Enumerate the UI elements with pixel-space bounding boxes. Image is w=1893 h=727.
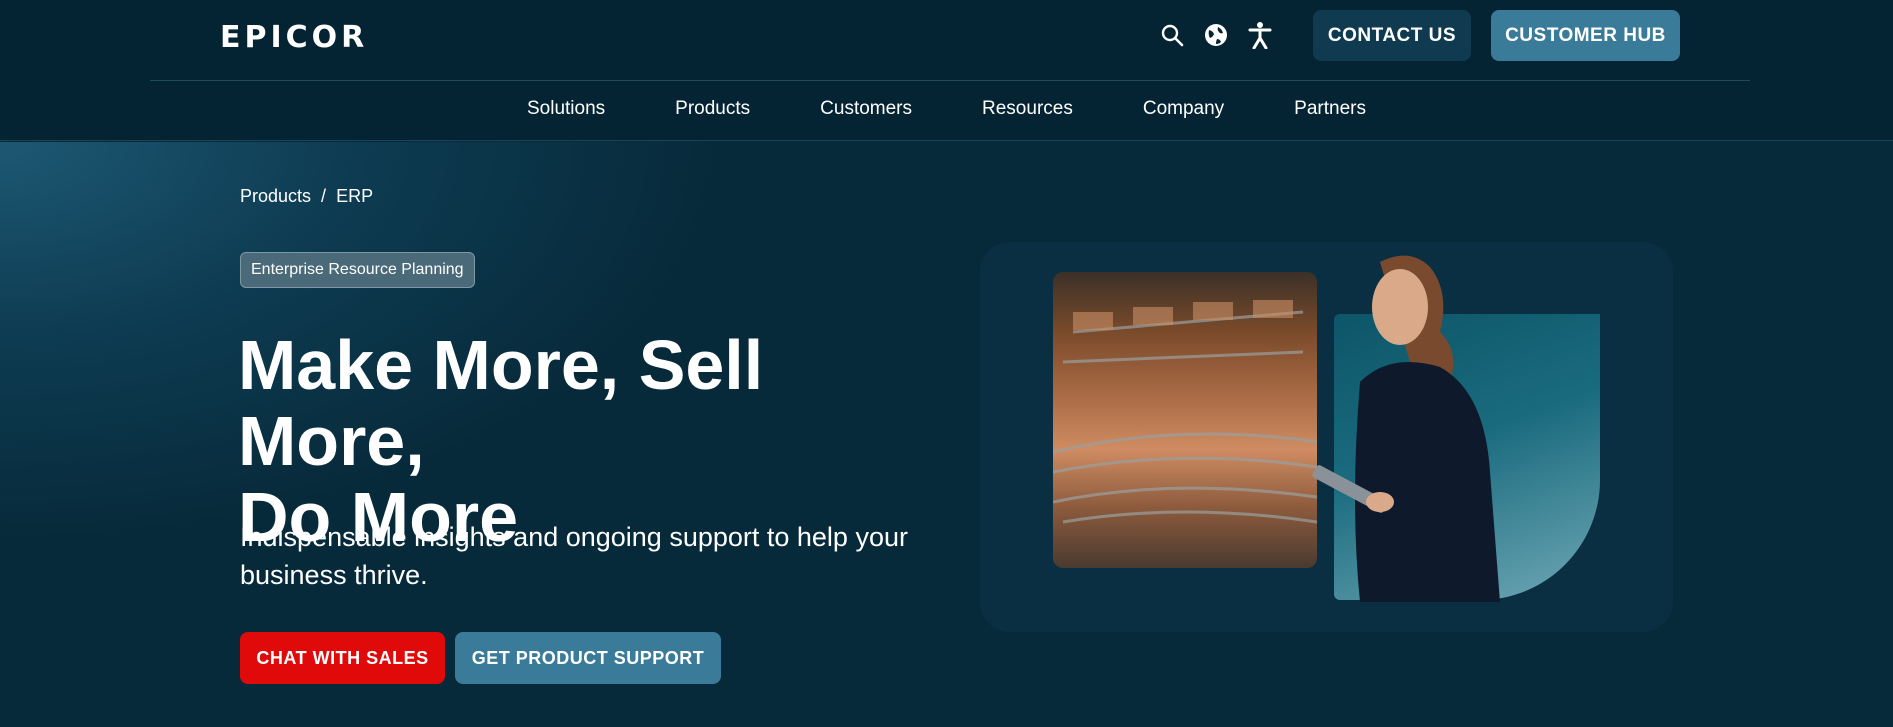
hero-title-line1: Make More, Sell More, <box>238 326 764 480</box>
main-nav: Solutions Products Customers Resources C… <box>0 98 1893 120</box>
woman-with-tablet-image <box>1290 252 1550 602</box>
breadcrumb-erp-link[interactable]: ERP <box>336 186 373 207</box>
breadcrumb-products-link[interactable]: Products <box>240 186 311 207</box>
epicor-logo[interactable]: epicor <box>220 20 368 55</box>
hero-section: Products / ERP Enterprise Resource Plann… <box>0 142 1893 727</box>
hero-subtitle-line1: Indispensable insights and ongoing suppo… <box>240 522 908 552</box>
chat-with-sales-button[interactable]: CHAT WITH SALES <box>240 632 445 684</box>
nav-item-resources[interactable]: Resources <box>947 98 1108 120</box>
site-header: epicor CONTACT US CUSTOMER HUB Solutions… <box>0 0 1893 141</box>
hero-subtitle: Indispensable insights and ongoing suppo… <box>240 518 960 594</box>
search-icon[interactable] <box>1158 20 1186 50</box>
warehouse-image <box>1053 272 1317 568</box>
breadcrumb: Products / ERP <box>240 186 373 207</box>
breadcrumb-separator: / <box>321 186 327 206</box>
hero-subtitle-line2: business thrive. <box>240 560 428 590</box>
get-product-support-button[interactable]: GET PRODUCT SUPPORT <box>455 632 721 684</box>
nav-item-company[interactable]: Company <box>1108 98 1259 120</box>
contact-us-button[interactable]: CONTACT US <box>1313 10 1471 61</box>
nav-item-solutions[interactable]: Solutions <box>492 98 640 120</box>
nav-item-partners[interactable]: Partners <box>1259 98 1401 120</box>
customer-hub-button[interactable]: CUSTOMER HUB <box>1491 10 1680 61</box>
utility-icons <box>1158 20 1274 50</box>
category-badge: Enterprise Resource Planning <box>240 252 475 288</box>
nav-item-products[interactable]: Products <box>640 98 785 120</box>
globe-icon[interactable] <box>1202 20 1230 50</box>
nav-item-customers[interactable]: Customers <box>785 98 947 120</box>
accessibility-icon[interactable] <box>1246 20 1274 50</box>
header-divider <box>150 80 1750 81</box>
